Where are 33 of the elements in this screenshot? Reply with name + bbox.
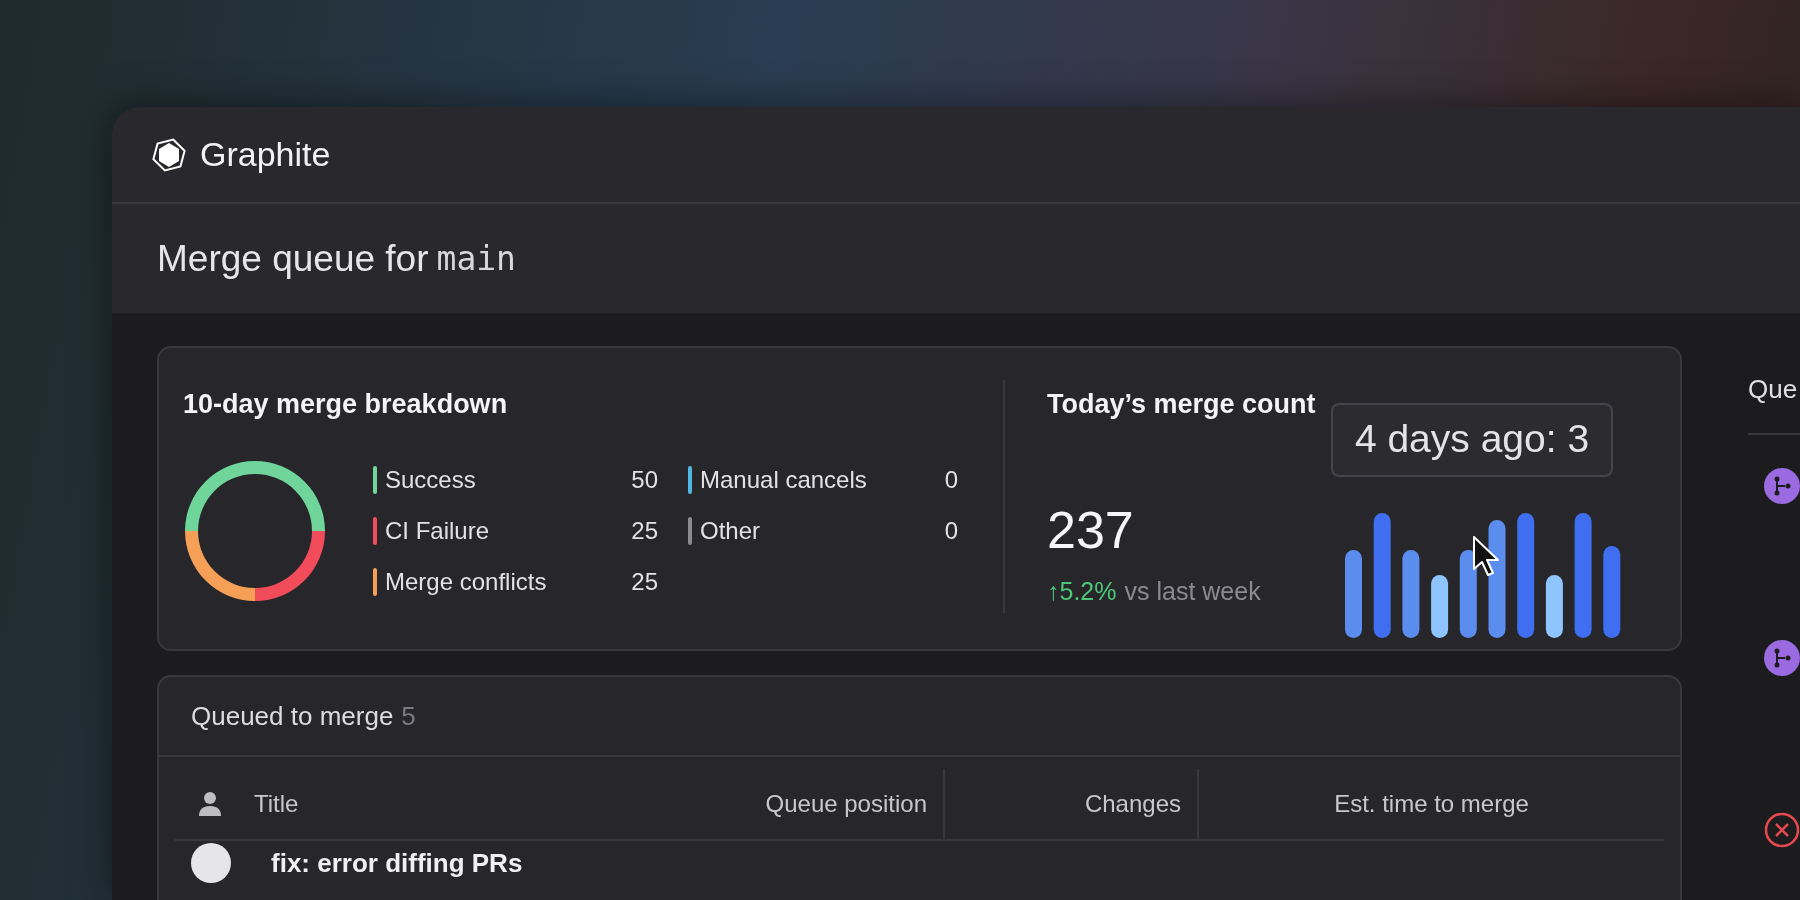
avatar <box>191 843 231 883</box>
legend-label: Other <box>700 516 761 546</box>
legend-value: 25 <box>631 567 658 597</box>
column-header: Queue position <box>764 789 928 819</box>
column-header: Est. time to merge <box>1197 769 1664 839</box>
branch-name: main <box>436 237 516 280</box>
bar <box>1431 574 1449 638</box>
change-percent: ↑5.2% <box>1047 575 1117 607</box>
row-title: fix: error diffing PRs <box>271 846 523 880</box>
legend-label: Manual cancels <box>700 465 867 495</box>
legend-value: 0 <box>944 465 958 495</box>
column-header: Title <box>253 789 300 819</box>
section-title: Today’s merge count <box>1047 388 1317 421</box>
legend-value: 0 <box>944 516 958 546</box>
app-name: Graphite <box>200 134 331 175</box>
tooltip: 4 days ago: 3 <box>1331 402 1613 477</box>
panel-title: Que <box>1748 373 1799 406</box>
legend-label: CI Failure <box>385 516 490 546</box>
legend-value: 50 <box>631 465 658 495</box>
queue-count: 5 <box>401 699 416 733</box>
column-header: Changes <box>943 769 1197 839</box>
person-icon <box>199 792 221 816</box>
legend-value: 25 <box>631 516 658 546</box>
comparison-text: vs last week <box>1124 575 1261 607</box>
legend-label: Success <box>385 465 476 495</box>
section-title: 10-day merge breakdown <box>183 388 509 421</box>
graphite-logo-icon <box>152 137 186 172</box>
section-title: Queued to merge <box>191 699 394 733</box>
merge-count: 237 <box>1047 499 1135 561</box>
page-title: Merge queue for <box>157 236 429 281</box>
bar <box>1545 574 1563 638</box>
cursor-icon <box>1472 534 1502 577</box>
legend-label: Merge conflicts <box>385 567 547 597</box>
